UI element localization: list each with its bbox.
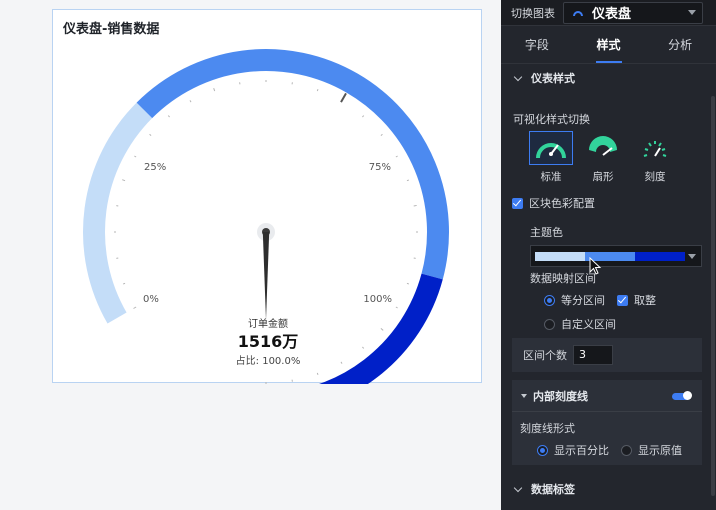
gauge-icon <box>573 10 583 16</box>
tick-label-0: 0% <box>143 294 159 305</box>
gauge-scale-icon <box>643 141 667 157</box>
gauge-sector-icon <box>589 136 617 156</box>
section-gauge-style[interactable]: 仪表样式 <box>501 64 716 92</box>
block-color-label: 区块色彩配置 <box>529 197 595 210</box>
tab-style[interactable]: 样式 <box>573 26 645 63</box>
equal-interval-radio[interactable] <box>544 294 555 306</box>
gauge-tick <box>189 100 192 103</box>
style-option-sector-label: 扇形 <box>592 171 614 183</box>
theme-color-select[interactable] <box>530 245 702 267</box>
measure-value: 1516万 <box>237 332 299 351</box>
section-data-label-title: 数据标签 <box>531 483 575 496</box>
chart-switch-bar: 切换图表 仪表盘 <box>501 0 716 26</box>
interval-count-box: 区间个数 3 <box>512 338 702 372</box>
ratio-text: 占比: 100.0% <box>235 356 301 367</box>
gauge-tick <box>133 306 137 309</box>
round-checkbox[interactable] <box>617 294 628 306</box>
gauge-tick <box>122 179 126 182</box>
tick-label-75: 75% <box>369 162 391 173</box>
style-option-scale-label: 刻度 <box>644 171 666 183</box>
gauge-band-2 <box>136 49 449 280</box>
gauge-tick <box>406 179 410 182</box>
show-percent-radio[interactable] <box>537 444 548 456</box>
section-data-label[interactable]: 数据标签 <box>501 475 716 503</box>
section-gauge-style-title: 仪表样式 <box>531 72 575 85</box>
style-option-standard-label: 标准 <box>540 171 562 183</box>
equal-interval-label: 等分区间 <box>561 294 605 307</box>
interval-count-input[interactable]: 3 <box>573 345 613 365</box>
gauge-tick <box>149 133 152 136</box>
style-option-scale[interactable]: 刻度 <box>633 131 677 184</box>
round-label: 取整 <box>634 294 656 307</box>
theme-color-swatch-1 <box>535 251 585 261</box>
gauge-tick <box>122 282 126 285</box>
show-raw-label: 显示原值 <box>638 444 682 457</box>
block-color-checkbox[interactable] <box>512 197 523 209</box>
chevron-down-icon <box>513 72 523 81</box>
chevron-down-icon <box>688 9 696 15</box>
caret-down-icon <box>521 393 527 398</box>
gauge-tick <box>362 115 365 118</box>
tick-label-25: 25% <box>144 162 166 173</box>
mapping-interval-label: 数据映射区间 <box>530 272 596 285</box>
block-color-config-row[interactable]: 区块色彩配置 <box>512 195 595 211</box>
tick-form-options: 显示百分比 显示原值 <box>537 442 682 458</box>
inner-tick-header[interactable]: 内部刻度线 <box>512 380 702 412</box>
gauge-tick <box>340 92 347 103</box>
show-percent-label: 显示百分比 <box>554 444 609 457</box>
chart-type-select[interactable]: 仪表盘 <box>563 1 703 24</box>
gauge-tick <box>213 88 216 92</box>
tick-label-100: 100% <box>363 294 392 305</box>
config-panel: 切换图表 仪表盘 字段 样式 分析 仪表样式 可视化样式切换 标准 扇形 刻度 … <box>501 0 716 510</box>
gauge-tick <box>316 372 319 376</box>
gauge-tick <box>316 88 319 92</box>
style-option-standard[interactable]: 标准 <box>529 131 573 184</box>
interval-count-label: 区间个数 <box>523 349 567 362</box>
chevron-down-icon <box>688 254 696 259</box>
panel-scrollbar[interactable] <box>711 96 715 496</box>
style-switch-label: 可视化样式切换 <box>513 113 590 126</box>
gauge-tick <box>395 306 398 309</box>
gauge-tick <box>380 133 383 136</box>
gauge-tick <box>406 282 410 285</box>
inner-tick-toggle[interactable] <box>672 391 692 400</box>
tab-analysis[interactable]: 分析 <box>644 26 716 63</box>
mouse-cursor-icon <box>589 257 602 275</box>
theme-color-label: 主题色 <box>530 226 563 239</box>
panel-tabs: 字段 样式 分析 <box>501 26 716 64</box>
gauge-tick <box>395 155 398 158</box>
theme-color-swatch-3 <box>635 251 685 261</box>
tab-fields[interactable]: 字段 <box>501 26 573 63</box>
chart-card[interactable]: 仪表盘-销售数据 0% 25% 75% 100% 订单金额 1516万 占比: … <box>52 9 482 384</box>
custom-interval-radio[interactable] <box>544 318 555 330</box>
inner-tick-section: 内部刻度线 刻度线形式 显示百分比 显示原值 <box>512 380 702 465</box>
gauge-band-1 <box>83 102 153 324</box>
style-options: 标准 扇形 刻度 <box>529 131 677 184</box>
tick-form-label: 刻度线形式 <box>520 422 575 435</box>
gauge-tick <box>413 204 417 207</box>
equal-interval-option[interactable]: 等分区间 取整 <box>544 292 656 308</box>
gauge-pointer <box>257 223 275 320</box>
style-option-sector[interactable]: 扇形 <box>581 131 625 184</box>
gauge-tick <box>167 115 170 118</box>
chevron-down-icon <box>513 483 523 492</box>
custom-interval-label: 自定义区间 <box>561 318 616 331</box>
show-raw-radio[interactable] <box>621 444 632 456</box>
custom-interval-option[interactable]: 自定义区间 <box>544 316 616 332</box>
gauge-tick <box>134 155 137 158</box>
gauge-standard-icon <box>536 143 566 159</box>
inner-tick-title: 内部刻度线 <box>533 389 588 403</box>
switch-chart-label: 切换图表 <box>511 6 555 20</box>
chart-type-value: 仪表盘 <box>592 7 632 22</box>
